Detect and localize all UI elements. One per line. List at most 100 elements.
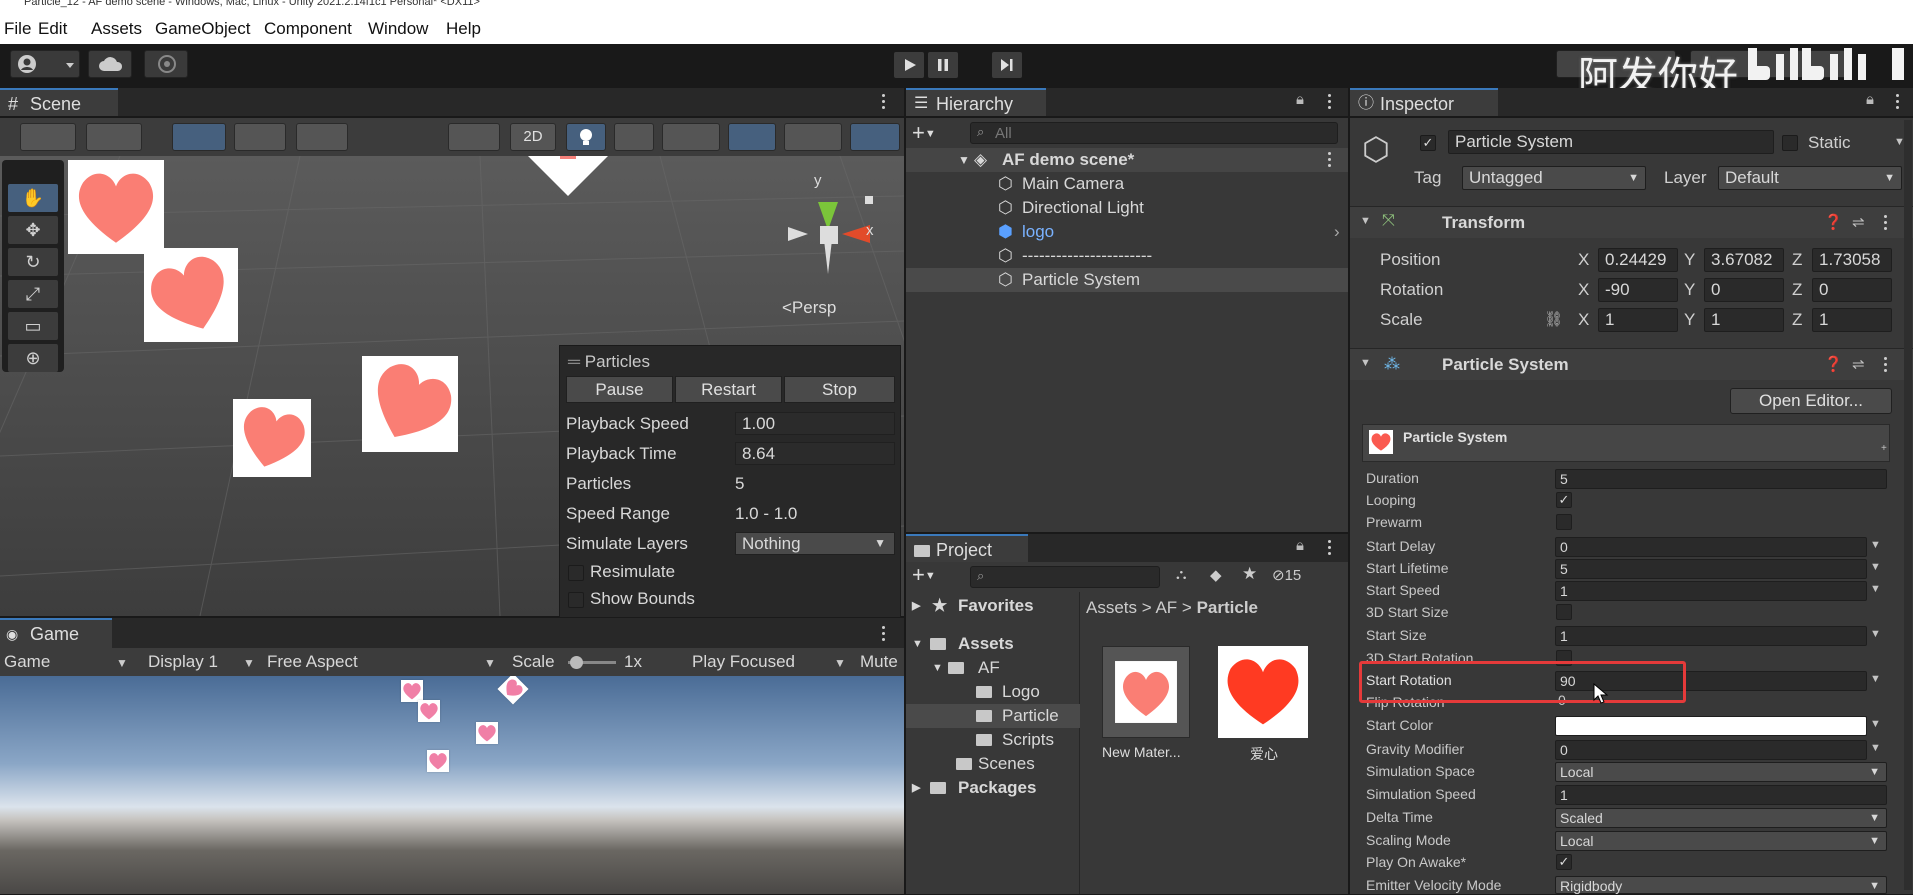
hierarchy-item[interactable]: ⬡ Directional Light [906, 196, 1348, 220]
tree-particle[interactable]: Particle [906, 704, 1080, 728]
render-mode-dropdown[interactable] [448, 123, 500, 151]
scale-slider-handle[interactable] [570, 656, 583, 669]
camera-dropdown[interactable] [784, 123, 842, 151]
link-scale-icon[interactable]: ⛓ [1544, 310, 1563, 328]
playback-time-field[interactable]: 8.64 [735, 442, 895, 465]
position-y-field[interactable]: 3.67082 [1704, 248, 1784, 272]
inspector-menu-button[interactable] [1896, 94, 1900, 110]
active-checkbox[interactable]: ✓ [1420, 135, 1436, 151]
show-bounds-checkbox[interactable] [568, 592, 584, 608]
chevron-down-icon[interactable]: ▼ [1870, 539, 1881, 551]
menu-help[interactable]: Help [446, 19, 481, 39]
tab-game[interactable]: ◉ Game [0, 618, 112, 648]
game-menu-button[interactable] [882, 626, 886, 642]
particle-system-header[interactable]: ▼ ⁂ Particle System ❓ ⇌ [1350, 348, 1913, 380]
simulation-space-dropdown[interactable]: Local ▼ [1555, 762, 1887, 782]
emitter-velocity-mode-dropdown[interactable]: Rigidbody ▼ [1555, 876, 1887, 894]
position-x-field[interactable]: 0.24429 [1598, 248, 1678, 272]
chevron-down-icon[interactable]: ▼ [1870, 561, 1881, 573]
scale-y-field[interactable]: 1 [1704, 308, 1784, 332]
breadcrumb-particle[interactable]: Particle [1197, 598, 1258, 617]
shading-dropdown[interactable] [86, 123, 142, 151]
hand-tool-icon[interactable]: ✋ [8, 184, 58, 212]
plus-icon[interactable]: + [1881, 443, 1887, 454]
chevron-down-icon[interactable]: ▼ [1870, 742, 1881, 754]
tree-logo[interactable]: Logo [906, 680, 1080, 704]
projection-label[interactable]: <Persp [782, 298, 836, 318]
material-asset-thumbnail[interactable] [1102, 646, 1190, 738]
lighting-toggle[interactable] [566, 123, 606, 151]
stop-sim-button[interactable]: Stop [784, 376, 895, 403]
delta-time-dropdown[interactable]: Scaled ▼ [1555, 808, 1887, 828]
orientation-gizmo[interactable]: y x [776, 172, 886, 292]
help-icon[interactable]: ❓ [1824, 213, 1843, 231]
restart-sim-button[interactable]: Restart [675, 376, 782, 403]
hidden-eye-icon[interactable]: ⊘15 [1272, 566, 1301, 584]
hierarchy-item[interactable]: ⬢ logo › [906, 220, 1348, 244]
tab-scene[interactable]: # Scene [0, 88, 118, 116]
lock-icon[interactable]: 🔒︎ [1296, 91, 1304, 108]
position-z-field[interactable]: 1.73058 [1812, 248, 1892, 272]
duration-field[interactable]: 5 [1555, 469, 1887, 489]
rotation-y-field[interactable]: 0 [1704, 278, 1784, 302]
chevron-down-icon[interactable]: ▼ [1870, 673, 1881, 685]
object-name-field[interactable]: Particle System [1448, 130, 1774, 154]
grid-snap-dropdown[interactable] [172, 123, 226, 151]
static-checkbox[interactable] [1782, 135, 1798, 151]
lock-icon[interactable]: 🔒︎ [1866, 91, 1874, 108]
hierarchy-item-selected[interactable]: ⬡ Particle System [906, 268, 1348, 292]
project-search-input[interactable]: ⌕ [970, 566, 1160, 588]
menu-component[interactable]: Component [264, 19, 352, 39]
account-button[interactable] [10, 50, 80, 78]
scale-z-field[interactable]: 1 [1812, 308, 1892, 332]
tree-assets[interactable]: ▼ Assets [906, 632, 1080, 656]
palette-handle[interactable] [8, 162, 58, 172]
ruler-dropdown[interactable] [296, 123, 348, 151]
game-viewport[interactable] [0, 676, 904, 894]
tag-dropdown[interactable]: Untagged ▼ [1462, 166, 1646, 190]
filter-type-icon[interactable]: ⛬ [1176, 566, 1187, 583]
looping-checkbox[interactable]: ✓ [1556, 492, 1572, 508]
heart-texture-thumbnail[interactable] [1218, 646, 1308, 738]
menu-edit[interactable]: Edit [38, 19, 67, 39]
move-tool-icon[interactable]: ✥ [8, 216, 58, 244]
transform-tool-icon[interactable]: ⊕ [8, 344, 58, 372]
3d-start-size-checkbox[interactable] [1556, 604, 1572, 620]
particle-system-menu-button[interactable] [1884, 357, 1888, 373]
menu-file[interactable]: File [4, 19, 31, 39]
start-lifetime-field[interactable]: 5 [1555, 559, 1867, 579]
resimulate-checkbox[interactable] [568, 565, 584, 581]
menu-assets[interactable]: Assets [91, 19, 142, 39]
chevron-down-icon[interactable]: ▼ [1870, 718, 1881, 730]
play-button[interactable] [894, 52, 924, 78]
start-delay-field[interactable]: 0 [1555, 537, 1867, 557]
breadcrumb-af[interactable]: AF [1155, 598, 1177, 617]
play-on-awake-checkbox[interactable]: ✓ [1556, 854, 1572, 870]
project-create-button[interactable]: +▼ [912, 562, 936, 588]
start-speed-field[interactable]: 1 [1555, 581, 1867, 601]
layer-dropdown[interactable]: Default ▼ [1718, 166, 1902, 190]
rotation-z-field[interactable]: 0 [1812, 278, 1892, 302]
create-button[interactable]: +▼ [912, 120, 936, 146]
mute-toggle[interactable]: Mute [860, 652, 898, 672]
hierarchy-menu-button[interactable] [1328, 94, 1332, 110]
prewarm-checkbox[interactable] [1556, 514, 1572, 530]
transform-header[interactable]: ▼ ⤧ Transform ❓ ⇌ [1350, 206, 1913, 238]
help-icon[interactable]: ❓ [1824, 355, 1843, 373]
menu-window[interactable]: Window [368, 19, 428, 39]
main-module-header[interactable]: Particle System + [1362, 424, 1890, 462]
scene-row-menu[interactable] [1328, 152, 1332, 168]
hierarchy-item[interactable]: ⬡ ----------------------- [906, 244, 1348, 268]
scene-row[interactable]: ▼ ◈ AF demo scene* [906, 148, 1348, 172]
preset-icon[interactable]: ⇌ [1852, 355, 1865, 373]
display-dropdown[interactable]: Display 1 [148, 652, 218, 672]
aspect-dropdown[interactable]: Free Aspect [267, 652, 358, 672]
filter-label-icon[interactable]: ◆ [1210, 566, 1222, 584]
scene-menu-button[interactable] [882, 94, 886, 110]
chevron-right-icon[interactable]: › [1334, 220, 1340, 244]
start-color-swatch[interactable] [1555, 716, 1867, 736]
audio-toggle[interactable] [614, 123, 654, 151]
hierarchy-item[interactable]: ⬡ Main Camera [906, 172, 1348, 196]
scale-x-field[interactable]: 1 [1598, 308, 1678, 332]
collab-button[interactable] [144, 50, 188, 78]
